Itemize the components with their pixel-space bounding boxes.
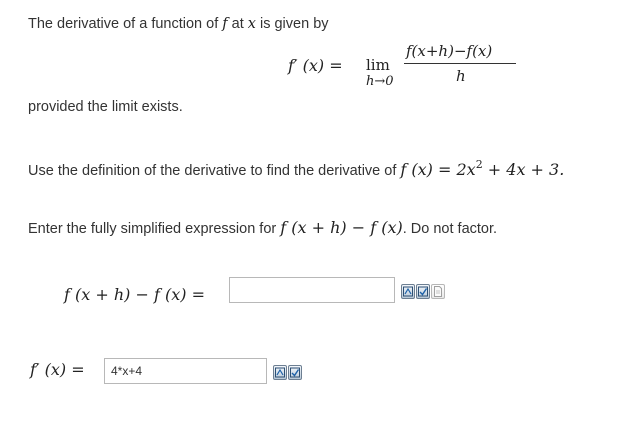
difference-answer-input[interactable] xyxy=(229,277,395,303)
variable-symbol: x xyxy=(247,16,256,32)
fraction-numerator: f(x+h)−f(x) xyxy=(406,42,493,60)
instruction-text-before: Enter the fully simplified expression fo… xyxy=(28,221,281,237)
equation-editor-icon[interactable] xyxy=(401,284,415,299)
intro-text-before: The derivative of a function of xyxy=(28,16,223,32)
problem-statement: Use the definition of the derivative to … xyxy=(28,158,565,179)
intro-text-after: is given by xyxy=(255,16,329,32)
equation-editor-icon[interactable] xyxy=(273,365,287,380)
derivative-definition: f′ (x) = lim h→0 f(x+h)−f(x) h xyxy=(288,40,528,92)
limit-subscript: h→0 xyxy=(366,74,394,89)
function-exponent: 2 xyxy=(475,158,483,171)
instruction-expression: f (x + h) − f (x) xyxy=(280,218,403,237)
fraction-denominator: h xyxy=(456,67,466,85)
derivative-label: f′ (x) = xyxy=(30,360,85,379)
definition-lhs: f′ (x) = xyxy=(288,56,343,75)
intro-text-mid: at xyxy=(227,16,248,32)
function-rhs: + 4x + 3. xyxy=(482,160,565,179)
instruction-text-after: . Do not factor. xyxy=(402,221,498,237)
intro-text: The derivative of a function of f at x i… xyxy=(28,16,329,32)
preview-icon[interactable] xyxy=(288,365,302,380)
function-definition: f (x) = 2x2 + 4x + 3. xyxy=(400,158,565,179)
limit-condition-text: provided the limit exists. xyxy=(28,99,183,115)
preview-icon[interactable] xyxy=(416,284,430,299)
derivative-answer-input[interactable] xyxy=(104,358,267,384)
difference-label: f (x + h) − f (x) = xyxy=(64,285,205,304)
instruction-text: Enter the fully simplified expression fo… xyxy=(28,218,497,237)
fraction-bar xyxy=(404,63,516,64)
help-document-icon[interactable] xyxy=(431,284,445,299)
function-lhs: f (x) = 2x xyxy=(400,160,476,179)
problem-text: Use the definition of the derivative to … xyxy=(28,163,401,179)
limit-operator: lim xyxy=(366,56,390,74)
